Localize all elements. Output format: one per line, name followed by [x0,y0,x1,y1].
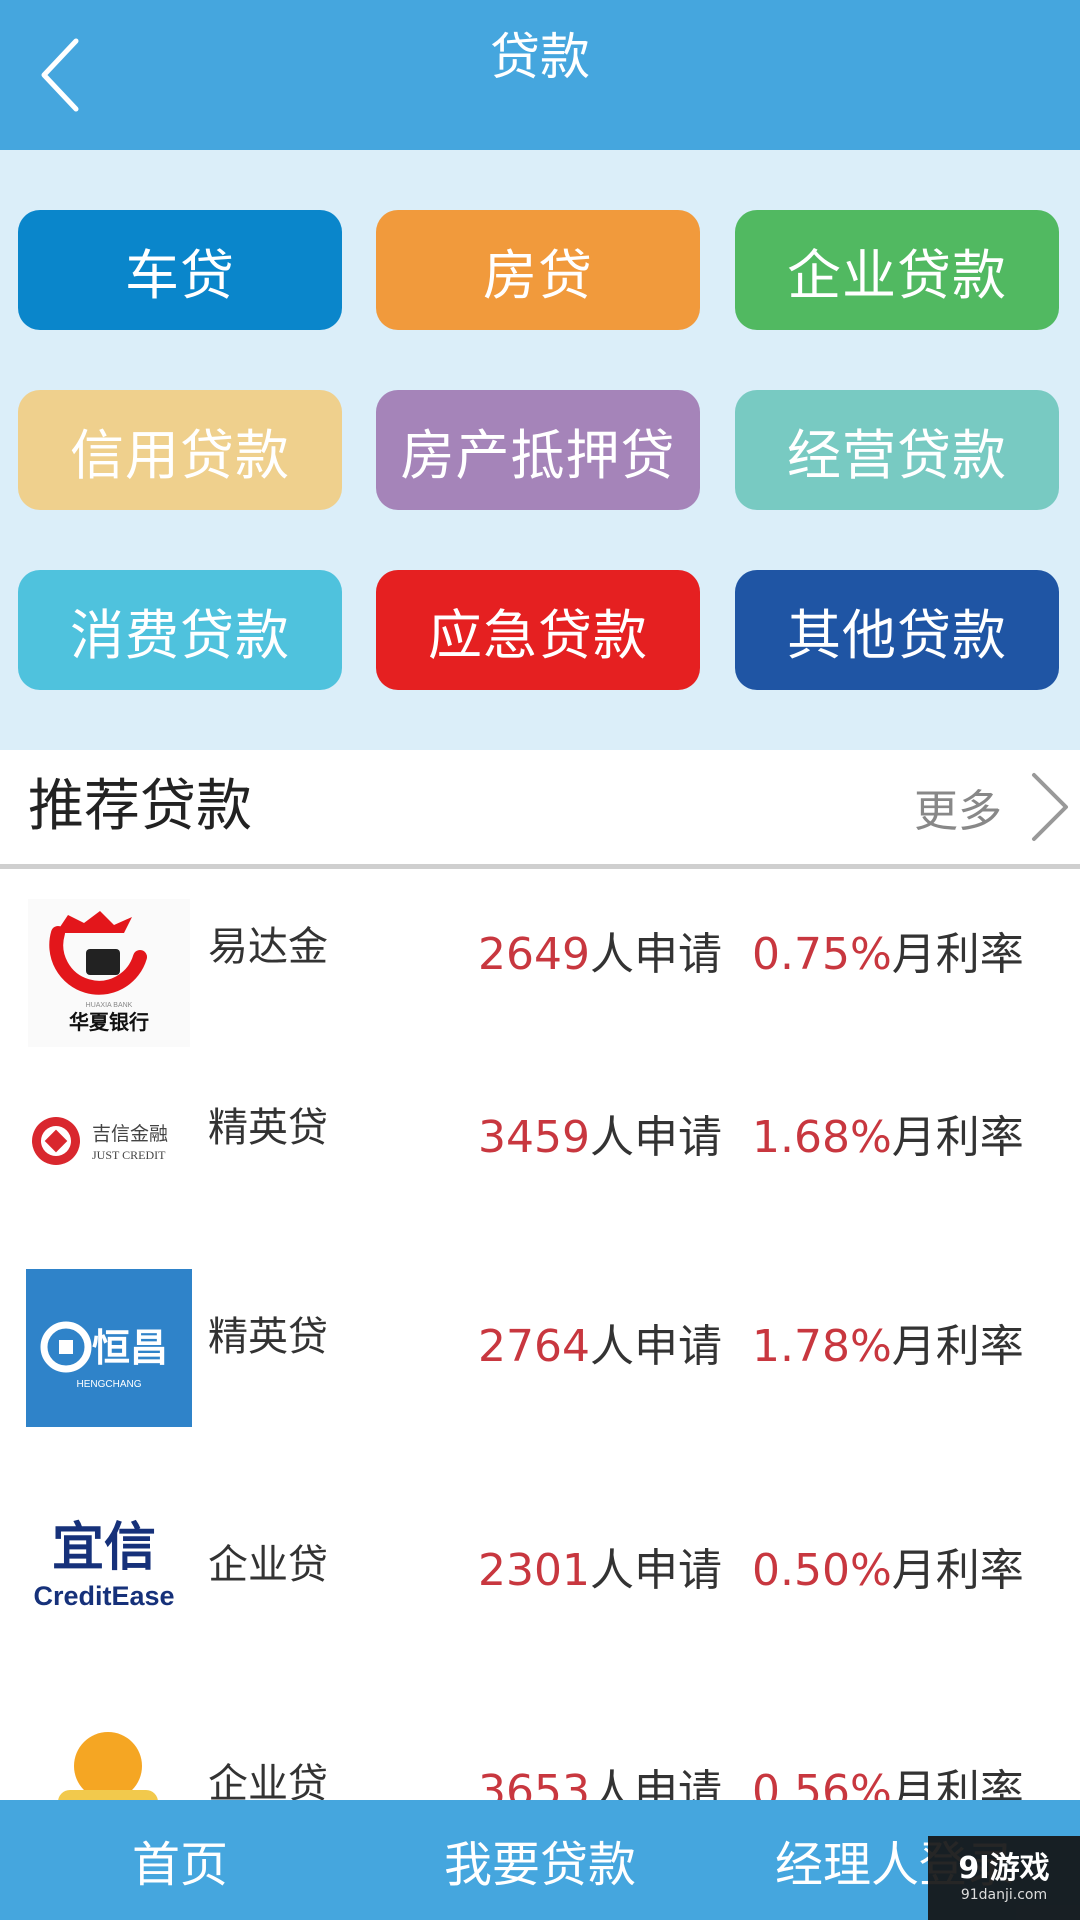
bottom-nav: 首页 我要贷款 经理人登录 [0,1800,1080,1920]
svg-text:华夏银行: 华夏银行 [69,1010,149,1034]
category-button-operating-loan[interactable]: 经营贷款 [735,390,1059,510]
svg-text:HENGCHANG: HENGCHANG [76,1379,141,1390]
category-button-consumer-loan[interactable]: 消费贷款 [18,570,342,690]
monthly-rate: 0.50%月利率 [752,1545,1024,1596]
loan-list: HUAXIA BANK 华夏银行 易达金 2649人申请 0.75%月利率 吉信… [0,869,1080,1800]
list-item[interactable]: 恒昌 HENGCHANG 精英贷 2764人申请 1.78%月利率 [0,1269,1080,1439]
list-item[interactable]: 宜信 CreditEase 企业贷 2301人申请 0.50%月利率 [0,1509,1080,1679]
loan-name: 易达金 [208,924,328,970]
svg-text:CreditEase: CreditEase [33,1581,174,1611]
bank-logo-crediteasy: 宜信 CreditEase [28,1509,190,1629]
monthly-rate: 0.75%月利率 [752,929,1024,980]
svg-text:吉信金融: 吉信金融 [92,1123,168,1145]
loan-name: 企业贷 [208,1761,328,1800]
monthly-rate: 0.56%月利率 [752,1766,1024,1800]
loan-name: 精英贷 [208,1314,328,1360]
category-button-property-pledge[interactable]: 房产抵押贷 [376,390,700,510]
applicant-count: 3653人申请 [478,1766,722,1800]
section-title: 推荐贷款 [28,774,252,839]
bank-logo-partial [28,1724,190,1800]
monthly-rate: 1.68%月利率 [752,1112,1024,1163]
loan-name: 企业贷 [208,1542,328,1588]
monthly-rate: 1.78%月利率 [752,1321,1024,1372]
top-bar: 贷款 [0,0,1080,150]
category-button-emergency-loan[interactable]: 应急贷款 [376,570,700,690]
svg-text:恒昌: 恒昌 [92,1326,168,1370]
category-grid: 车贷 房贷 企业贷款 信用贷款 房产抵押贷 经营贷款 消费贷款 应急贷款 其他贷… [0,150,1080,750]
page-title: 贷款 [490,28,590,86]
category-button-mortgage[interactable]: 房贷 [376,210,700,330]
category-button-business-loan[interactable]: 企业贷款 [735,210,1059,330]
nav-home[interactable]: 首页 [60,1800,300,1920]
bank-logo-just-credit: 吉信金融 JUST CREDIT [28,1106,190,1176]
svg-text:JUST CREDIT: JUST CREDIT [92,1148,166,1162]
chevron-right-icon [1032,773,1068,841]
more-label: 更多 [914,786,1002,837]
applicant-count: 2764人申请 [478,1321,722,1372]
nav-apply-loan[interactable]: 我要贷款 [410,1800,670,1920]
bank-logo-hengchang: 恒昌 HENGCHANG [26,1269,192,1427]
category-button-credit-loan[interactable]: 信用贷款 [18,390,342,510]
loan-name: 精英贷 [208,1105,328,1151]
svg-text:HUAXIA BANK: HUAXIA BANK [86,1002,133,1009]
more-link[interactable]: 更多 [914,764,1070,850]
list-item[interactable]: 企业贷 3653人申请 0.56%月利率 [0,1724,1080,1800]
list-item[interactable]: 吉信金融 JUST CREDIT 精英贷 3459人申请 1.68%月利率 [0,1084,1080,1254]
applicant-count: 3459人申请 [478,1112,722,1163]
category-button-other-loan[interactable]: 其他贷款 [735,570,1059,690]
applicant-count: 2649人申请 [478,929,722,980]
applicant-count: 2301人申请 [478,1545,722,1596]
site-watermark: 9l游戏 91danji.com [928,1836,1080,1920]
category-button-car-loan[interactable]: 车贷 [18,210,342,330]
recommend-header: 推荐贷款 更多 [0,750,1080,864]
bank-logo-huaxia: HUAXIA BANK 华夏银行 [28,899,190,1047]
list-item[interactable]: HUAXIA BANK 华夏银行 易达金 2649人申请 0.75%月利率 [0,899,1080,1069]
svg-text:宜信: 宜信 [52,1518,156,1578]
